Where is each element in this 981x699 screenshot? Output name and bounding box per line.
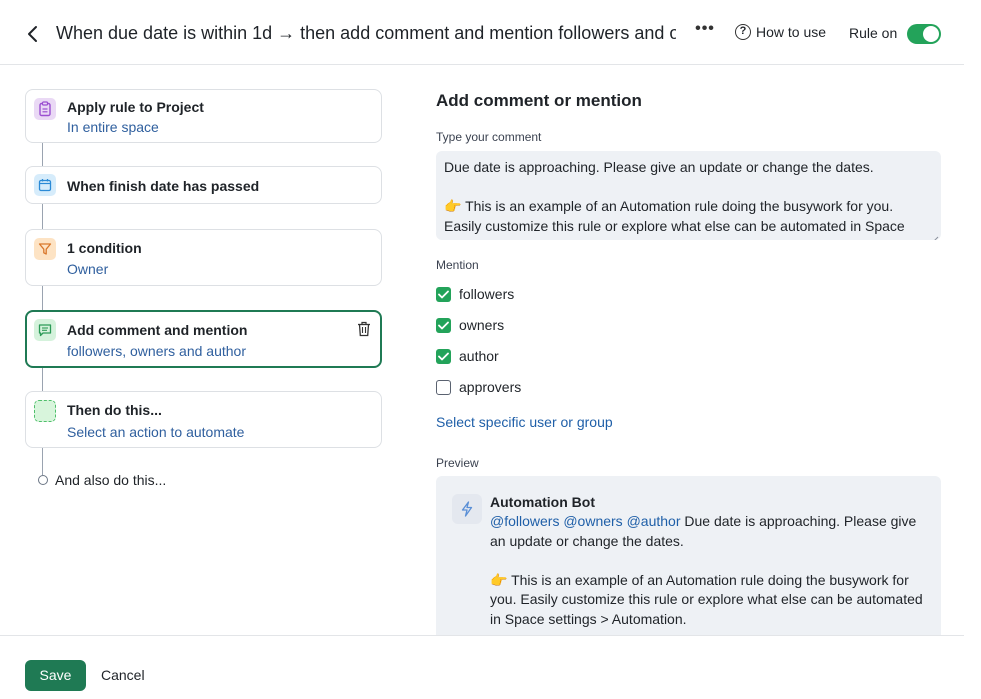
checkbox-label: followers: [459, 286, 515, 302]
calendar-icon: [34, 174, 56, 196]
clipboard-icon: [34, 98, 56, 120]
how-to-use-button[interactable]: ? How to use: [735, 24, 826, 40]
checkbox-label: approvers: [459, 379, 522, 395]
bot-name: Automation Bot: [490, 494, 595, 510]
card-subtitle: Owner: [67, 261, 109, 277]
comment-preview: Automation Bot @followers @owners @autho…: [436, 476, 941, 646]
flow-connector: [42, 285, 43, 310]
checkbox-label: author: [459, 348, 499, 364]
checkbox-checked-icon: [436, 317, 451, 333]
cancel-button[interactable]: Cancel: [101, 667, 145, 683]
rule-title: When due date is within 1d → then add co…: [56, 23, 676, 43]
card-subtitle: followers, owners and author: [67, 343, 246, 359]
card-title: 1 condition: [67, 240, 142, 256]
preview-label: Preview: [436, 456, 479, 470]
card-title: Add comment and mention: [67, 322, 248, 338]
flow-card-next-action[interactable]: Then do this... Select an action to auto…: [25, 391, 382, 448]
card-title: Then do this...: [67, 402, 162, 418]
select-user-or-group-link[interactable]: Select specific user or group: [436, 414, 613, 430]
more-options-button[interactable]: •••: [694, 20, 716, 46]
filter-icon: [34, 238, 56, 260]
comment-line: 👉 This is an example of an Automation ru…: [444, 198, 905, 240]
placeholder-icon: [34, 400, 56, 422]
lightning-icon: [452, 494, 482, 524]
footer-bar: Save Cancel: [0, 635, 964, 699]
flow-connector: [42, 448, 43, 475]
rule-on-label: Rule on: [849, 25, 898, 41]
card-subtitle: In entire space: [67, 119, 159, 135]
toggle-knob: [923, 26, 939, 42]
checkbox-checked-icon: [436, 286, 451, 302]
mention-approvers-checkbox[interactable]: approvers: [436, 379, 521, 395]
circle-icon: [38, 475, 48, 485]
header-bar: When due date is within 1d → then add co…: [0, 0, 964, 65]
help-icon: ?: [735, 24, 751, 40]
save-button[interactable]: Save: [25, 660, 86, 691]
card-title: Apply rule to Project: [67, 99, 204, 115]
flow-connector: [42, 367, 43, 391]
how-to-use-label: How to use: [756, 24, 827, 40]
comment-textarea[interactable]: Due date is approaching. Please give an …: [436, 151, 941, 240]
flow-card-action-comment[interactable]: Add comment and mention followers, owner…: [25, 310, 382, 368]
flow-connector: [42, 142, 43, 166]
rule-on-toggle[interactable]: [907, 24, 941, 44]
comment-icon: [34, 319, 56, 341]
checkbox-label: owners: [459, 317, 505, 333]
panel-title: Add comment or mention: [436, 91, 642, 110]
resize-handle-icon[interactable]: [931, 230, 939, 240]
flow-card-trigger[interactable]: When finish date has passed: [25, 166, 382, 204]
mention-label: Mention: [436, 258, 479, 272]
flow-card-apply-rule[interactable]: Apply rule to Project In entire space: [25, 89, 382, 143]
preview-mentions: @followers @owners @author: [490, 513, 681, 529]
add-another-action[interactable]: And also do this...: [38, 472, 166, 488]
trash-icon[interactable]: [357, 321, 371, 337]
flow-card-condition[interactable]: 1 condition Owner: [25, 229, 382, 286]
checkbox-unchecked-icon: [436, 379, 451, 395]
mention-author-checkbox[interactable]: author: [436, 348, 499, 364]
preview-line: 👉 This is an example of an Automation ru…: [490, 571, 923, 627]
back-arrow-icon[interactable]: [22, 22, 44, 46]
comment-label: Type your comment: [436, 130, 542, 144]
also-do-label: And also do this...: [55, 472, 167, 488]
mention-followers-checkbox[interactable]: followers: [436, 286, 514, 302]
comment-line: Due date is approaching. Please give an …: [444, 159, 874, 175]
card-title: When finish date has passed: [67, 178, 260, 194]
preview-text: @followers @owners @author Due date is a…: [490, 512, 930, 629]
checkbox-checked-icon: [436, 348, 451, 364]
mention-owners-checkbox[interactable]: owners: [436, 317, 504, 333]
card-subtitle: Select an action to automate: [67, 424, 245, 440]
flow-connector: [42, 204, 43, 229]
